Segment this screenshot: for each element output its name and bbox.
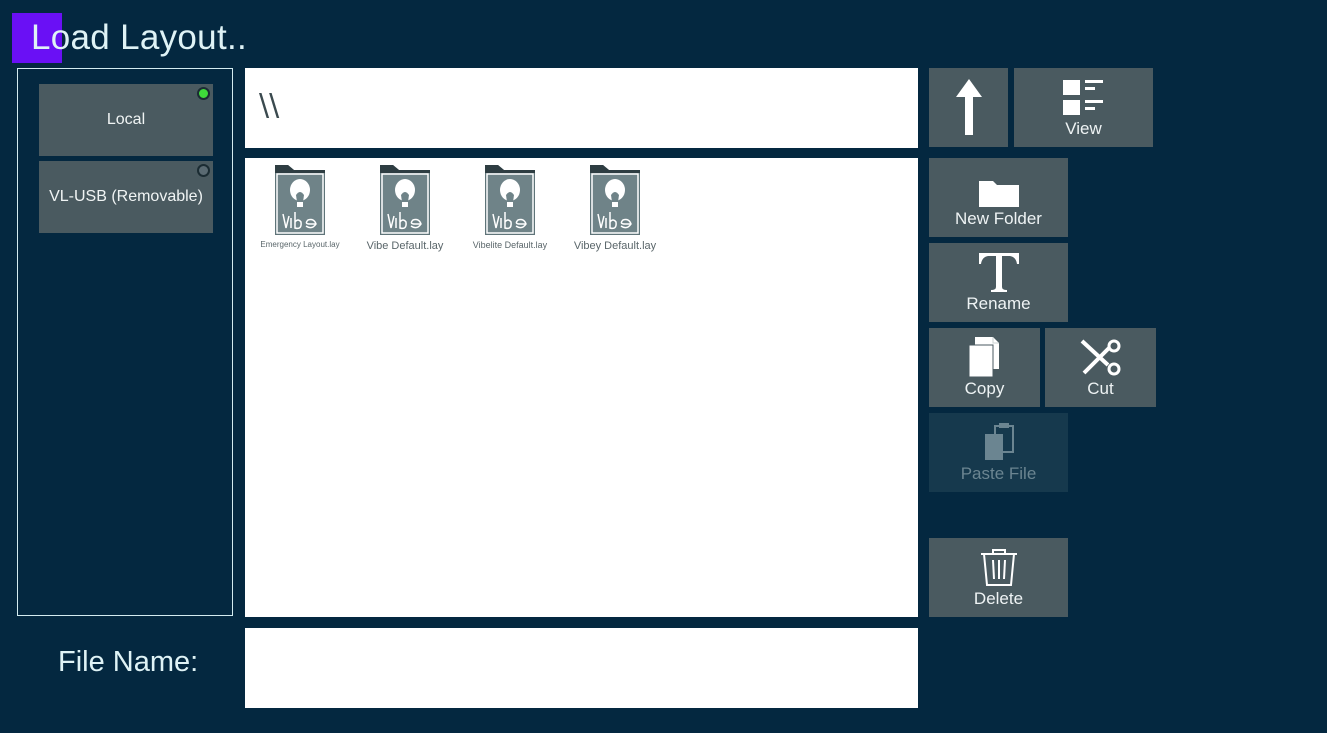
file-name: Vibey Default.lay [573, 240, 657, 252]
folder-icon [978, 181, 1019, 207]
view-label: View [1065, 119, 1102, 138]
text-t-icon [978, 253, 1019, 292]
up-button[interactable] [929, 68, 1008, 147]
dialog-title: Load Layout.. [31, 18, 248, 57]
rename-label: Rename [966, 294, 1031, 313]
file-item[interactable]: Vibe Default.lay [355, 164, 455, 252]
drive-usb-button[interactable]: VL-USB (Removable) [39, 161, 213, 233]
file-item[interactable]: Vibey Default.lay [565, 164, 665, 252]
new-folder-button[interactable]: New Folder [929, 158, 1068, 237]
file-item[interactable]: Emergency Layout.lay [250, 164, 350, 249]
new-folder-label: New Folder [955, 209, 1042, 228]
cut-button[interactable]: Cut [1045, 328, 1156, 407]
scissors-icon [1080, 339, 1120, 376]
rename-button[interactable]: Rename [929, 243, 1068, 322]
delete-label: Delete [973, 589, 1024, 608]
copy-button[interactable]: Copy [929, 328, 1040, 407]
file-name: Vibe Default.lay [366, 240, 444, 252]
vibe-layout-file-icon [590, 165, 640, 235]
arrow-up-icon [955, 78, 982, 135]
view-button[interactable]: View [1014, 68, 1153, 147]
trash-icon [980, 549, 1017, 586]
drive-list: Local VL-USB (Removable) [17, 68, 233, 616]
paste-icon [984, 423, 1014, 460]
drive-status-indicator [197, 87, 210, 100]
drive-local-button[interactable]: Local [39, 84, 213, 156]
drive-label: Local [106, 111, 146, 128]
view-list-icon [1062, 80, 1103, 115]
file-name-label: File Name: [58, 646, 199, 678]
file-name-input[interactable] [245, 628, 918, 708]
drive-label: VL-USB (Removable) [49, 188, 203, 205]
delete-button[interactable]: Delete [929, 538, 1068, 617]
paste-file-label: Paste File [960, 464, 1037, 483]
file-name: Emergency Layout.lay [260, 240, 340, 249]
cut-label: Cut [1087, 379, 1114, 398]
current-path: \\ [259, 88, 280, 123]
vibe-layout-file-icon [380, 165, 430, 235]
file-browser[interactable]: Emergency Layout.lay Vibe Default.lay Vi… [245, 158, 918, 617]
vibe-layout-file-icon [485, 165, 535, 235]
drive-status-indicator [197, 164, 210, 177]
paste-file-button[interactable]: Paste File [929, 413, 1068, 492]
copy-label: Copy [964, 379, 1005, 398]
copy-icon [968, 337, 999, 377]
vibe-layout-file-icon [275, 165, 325, 235]
path-bar[interactable]: \\ [245, 68, 918, 148]
file-name: Vibelite Default.lay [472, 240, 548, 250]
file-item[interactable]: Vibelite Default.lay [460, 164, 560, 250]
